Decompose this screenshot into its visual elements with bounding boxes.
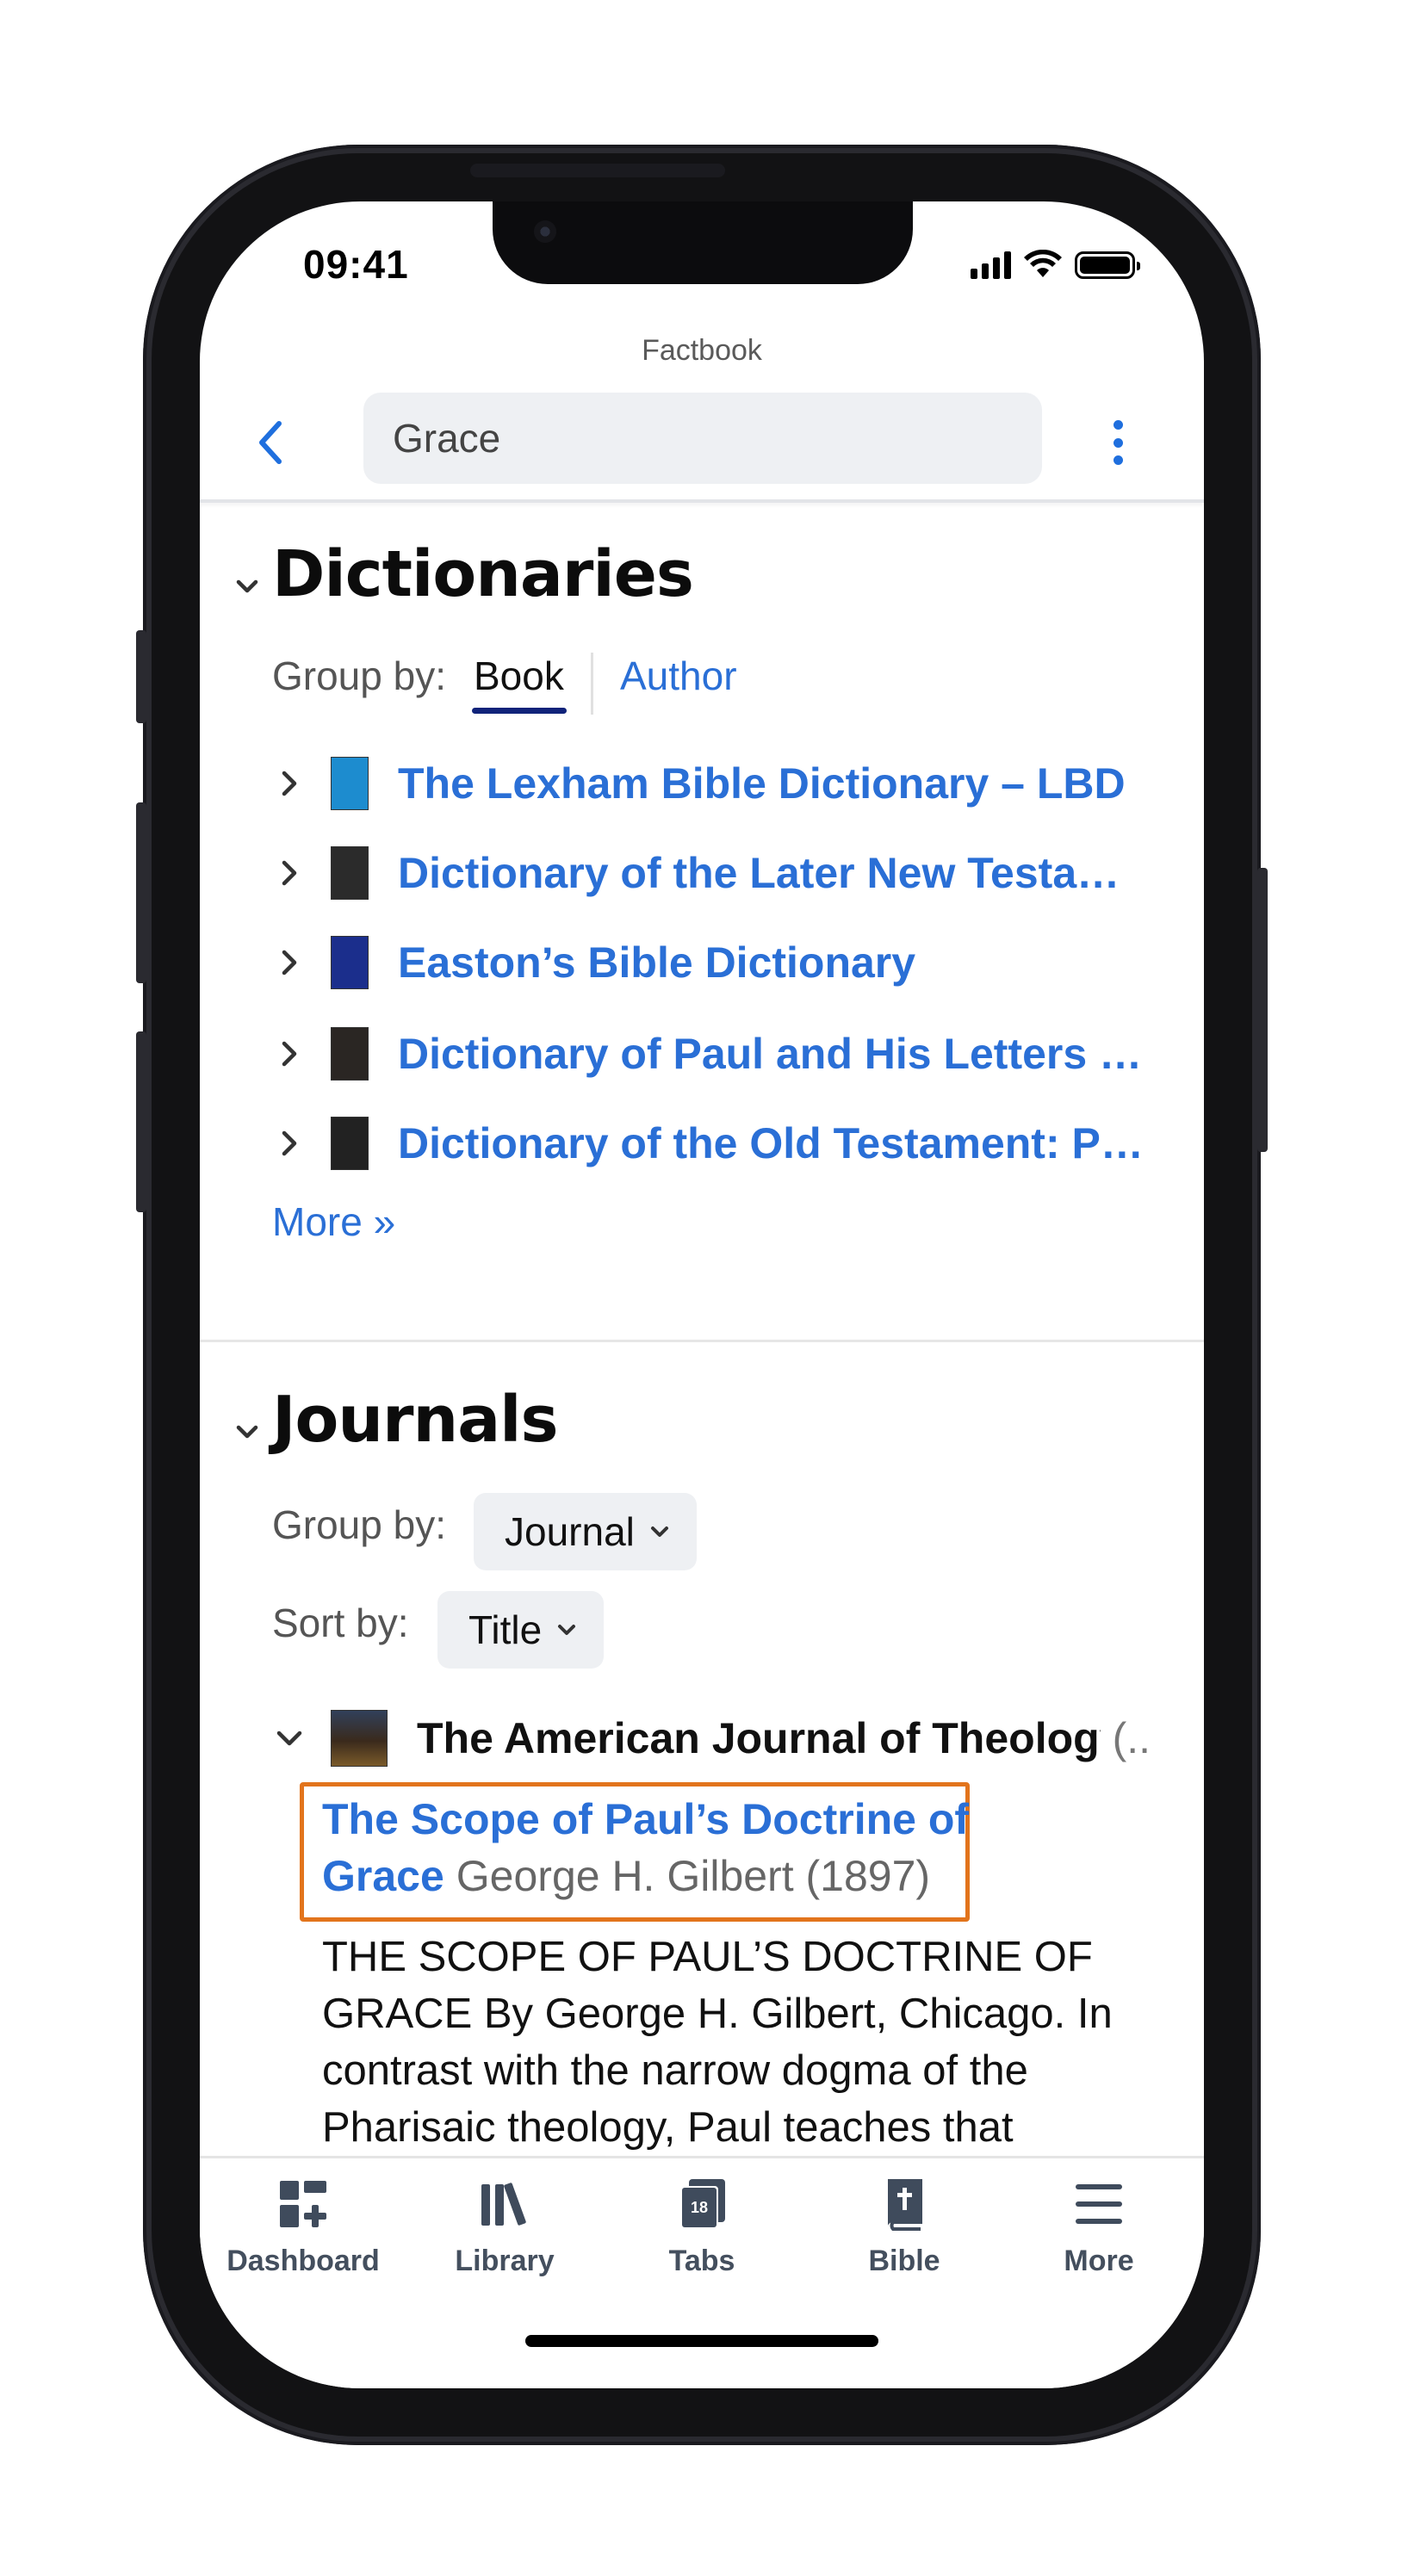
back-button[interactable] [253, 417, 288, 468]
camera-icon [534, 220, 556, 243]
chevron-down-icon[interactable] [234, 573, 260, 599]
chevron-down-icon [650, 1526, 668, 1537]
screen: 09:41 Factbook Grace Dictionaries Group … [200, 201, 1204, 2388]
tabs-icon: 18 [680, 2179, 725, 2229]
article-meta: George H. Gilbert (1897) [456, 1852, 931, 1900]
more-options-icon[interactable] [1101, 417, 1135, 468]
article-title[interactable]: The Scope of Paul’s Doctrine of [322, 1794, 969, 1844]
chevron-right-icon [282, 860, 297, 886]
tab-author[interactable]: Author [620, 653, 737, 699]
tab-divider [591, 653, 593, 715]
tabs-count-badge: 18 [691, 2199, 708, 2216]
sort-by-value: Title [468, 1607, 543, 1652]
library-icon [481, 2183, 526, 2226]
dictionary-row[interactable]: The Lexham Bible Dictionary – LBD [272, 749, 1168, 818]
tab-label: More [1064, 2245, 1134, 2277]
book-cover-image [331, 846, 369, 900]
journal-cover-image [331, 1710, 388, 1767]
sort-by-dropdown[interactable]: Title [437, 1591, 605, 1669]
article-excerpt: THE SCOPE OF PAUL’S DOCTRINE OF GRACE By… [322, 1934, 1113, 2151]
status-time: 09:41 [303, 242, 409, 287]
bottom-tab-bar: Dashboard Library 18 Tabs Bible More [200, 2156, 1204, 2388]
section-title-journals: Journals [272, 1383, 559, 1457]
volume-up-button [136, 802, 146, 983]
tab-library[interactable]: Library [419, 2176, 591, 2278]
home-indicator [525, 2335, 878, 2347]
group-by-value: Journal [505, 1509, 635, 1554]
dictionary-title: Dictionary of Paul and His Letters … [398, 1030, 1143, 1078]
group-by-dropdown[interactable]: Journal [474, 1493, 697, 1570]
journal-title-truncation: (.. [1112, 1714, 1151, 1762]
tab-selected-indicator [472, 708, 567, 714]
tab-bible[interactable]: Bible [818, 2176, 990, 2278]
dictionary-title: Dictionary of the Old Testament: P… [398, 1119, 1144, 1167]
article-title-continued[interactable]: Grace George H. Gilbert (1897) [322, 1851, 930, 1901]
dictionary-row[interactable]: Dictionary of Paul and His Letters … [272, 1019, 1168, 1088]
journal-row[interactable]: The American Journal of Theology (.. [272, 1700, 1151, 1777]
tab-label: Library [455, 2245, 555, 2277]
chevron-left-icon [259, 421, 282, 464]
journal-title: The American Journal of Theology [417, 1714, 1101, 1762]
app-title: Factbook [642, 334, 762, 367]
book-cover-image [331, 1027, 369, 1081]
tab-label: Dashboard [226, 2245, 380, 2277]
tab-tabs[interactable]: 18 Tabs [616, 2176, 788, 2278]
chevron-right-icon [282, 1130, 297, 1156]
tab-dashboard[interactable]: Dashboard [217, 2176, 389, 2278]
chevron-right-icon [282, 950, 297, 975]
group-by-label: Group by: [272, 1502, 446, 1547]
group-by-label: Group by: [272, 653, 446, 698]
book-cover-image [331, 1117, 369, 1170]
chevron-right-icon [282, 1041, 297, 1067]
more-dictionaries-link[interactable]: More » [272, 1198, 395, 1245]
tab-more[interactable]: More [1013, 2176, 1185, 2278]
dictionary-title: Easton’s Bible Dictionary [398, 938, 916, 987]
wifi-icon [1024, 250, 1062, 277]
book-cover-image [331, 936, 369, 989]
dictionary-row[interactable]: Easton’s Bible Dictionary [272, 928, 1168, 997]
header-divider [200, 499, 1204, 503]
chevron-down-icon [558, 1625, 576, 1635]
action-button [136, 630, 146, 723]
dictionary-row[interactable]: Dictionary of the Later New Testa… [272, 839, 1168, 907]
cellular-signal-icon [971, 251, 1011, 279]
dictionary-row[interactable]: Dictionary of the Old Testament: P… [272, 1109, 1168, 1178]
dictionary-title: Dictionary of the Later New Testa… [398, 849, 1120, 897]
earpiece-speaker [470, 164, 725, 177]
chevron-right-icon [282, 771, 297, 796]
status-icons [971, 250, 1140, 279]
tab-label: Tabs [668, 2245, 735, 2277]
tab-book[interactable]: Book [474, 653, 564, 699]
article-title-end: Grace [322, 1852, 444, 1900]
book-cover-image [331, 757, 369, 810]
section-divider [200, 1340, 1204, 1342]
section-title-dictionaries: Dictionaries [272, 537, 694, 611]
bible-icon [888, 2179, 922, 2231]
search-input[interactable]: Grace [363, 393, 1042, 484]
menu-icon [1076, 2184, 1122, 2224]
chevron-down-icon [276, 1731, 302, 1746]
battery-icon [1075, 251, 1140, 279]
tab-label: Bible [868, 2245, 940, 2277]
dashboard-icon [280, 2181, 326, 2227]
notch [493, 201, 913, 284]
dictionary-title: The Lexham Bible Dictionary – LBD [398, 759, 1126, 808]
chevron-down-icon[interactable] [234, 1419, 260, 1445]
volume-down-button [136, 1031, 146, 1212]
power-button [1257, 868, 1268, 1152]
sort-by-label: Sort by: [272, 1601, 409, 1645]
